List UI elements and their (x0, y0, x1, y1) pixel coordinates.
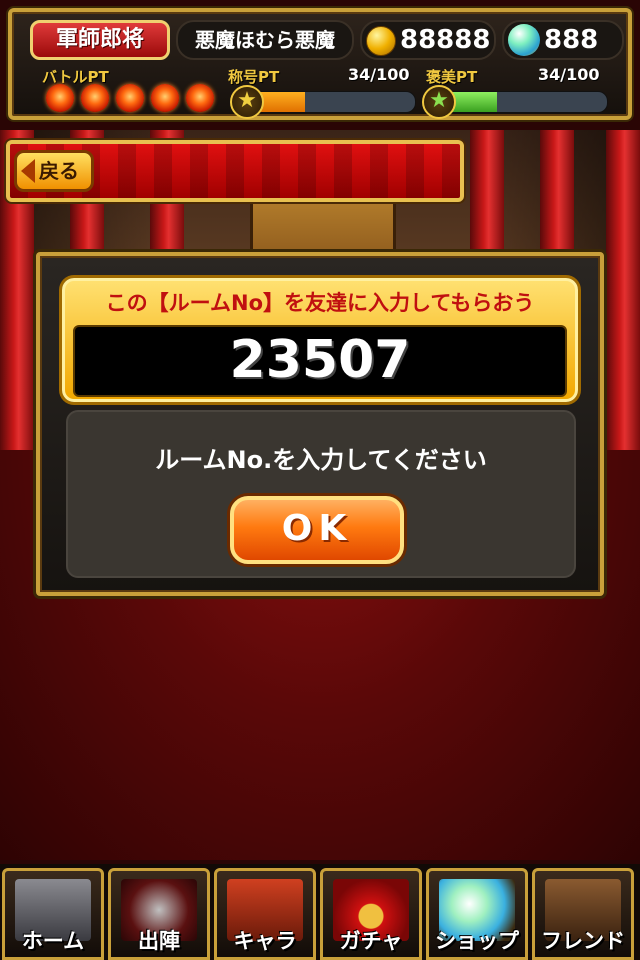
room-number: 23507 (73, 325, 567, 397)
battle-pt-orbs (46, 84, 214, 114)
nav-home[interactable]: ホーム (2, 868, 104, 960)
gem-amount: 888 (544, 25, 599, 55)
gem-counter[interactable]: 888 (502, 20, 624, 60)
nav-label: ホーム (21, 929, 85, 953)
back-arrow-icon (21, 159, 35, 183)
nav-label: キャラ (233, 929, 297, 953)
status-header: 軍師郎将 悪魔ほむら悪魔 88888 888 バトルPT 称号PT 34/100… (8, 8, 632, 120)
battle-orb-icon (116, 84, 144, 112)
nav-label: ショップ (435, 929, 519, 953)
bottom-navigation: ホーム 出陣 キャラ ガチャ ショップ フレンド (0, 864, 640, 960)
coin-amount: 88888 (400, 25, 491, 55)
back-label: 戻る (39, 159, 79, 183)
title-pt-count: 34/100 (348, 65, 410, 84)
nav-characters[interactable]: キャラ (214, 868, 316, 960)
reward-pt-bar: ★ (422, 85, 608, 119)
star-icon: ★ (230, 85, 264, 119)
nav-label: フレンド (541, 929, 625, 953)
reward-pt-label: 褒美PT (426, 68, 478, 86)
battle-orb-icon (186, 84, 214, 112)
nav-sortie[interactable]: 出陣 (108, 868, 210, 960)
dialog-message: ルームNo.を入力してください (155, 446, 487, 474)
nav-shop[interactable]: ショップ (426, 868, 528, 960)
player-name: 悪魔ほむら悪魔 (176, 20, 354, 60)
nav-label: ガチャ (339, 929, 403, 953)
nav-gacha[interactable]: ガチャ (320, 868, 422, 960)
title-pt-label: 称号PT (228, 68, 280, 86)
rank-badge[interactable]: 軍師郎将 (30, 20, 170, 60)
coin-icon (366, 26, 396, 56)
coin-counter[interactable]: 88888 (360, 20, 496, 60)
back-button[interactable]: 戻る (14, 150, 94, 192)
battle-orb-icon (81, 84, 109, 112)
ok-button[interactable]: OK (230, 496, 404, 564)
nav-friends[interactable]: フレンド (532, 868, 634, 960)
title-pt-bar: ★ (230, 85, 416, 119)
red-pillar (606, 130, 640, 460)
room-number-panel: この【ルームNo】を友達に入力してもらおう 23507 (62, 278, 578, 402)
battle-orb-icon (46, 84, 74, 112)
room-instruction-title: この【ルームNo】を友達に入力してもらおう (105, 291, 535, 315)
battle-orb-icon (151, 84, 179, 112)
nav-label: 出陣 (138, 929, 180, 953)
reward-pt-count: 34/100 (538, 65, 600, 84)
star-icon: ★ (422, 85, 456, 119)
gem-icon (508, 24, 540, 56)
